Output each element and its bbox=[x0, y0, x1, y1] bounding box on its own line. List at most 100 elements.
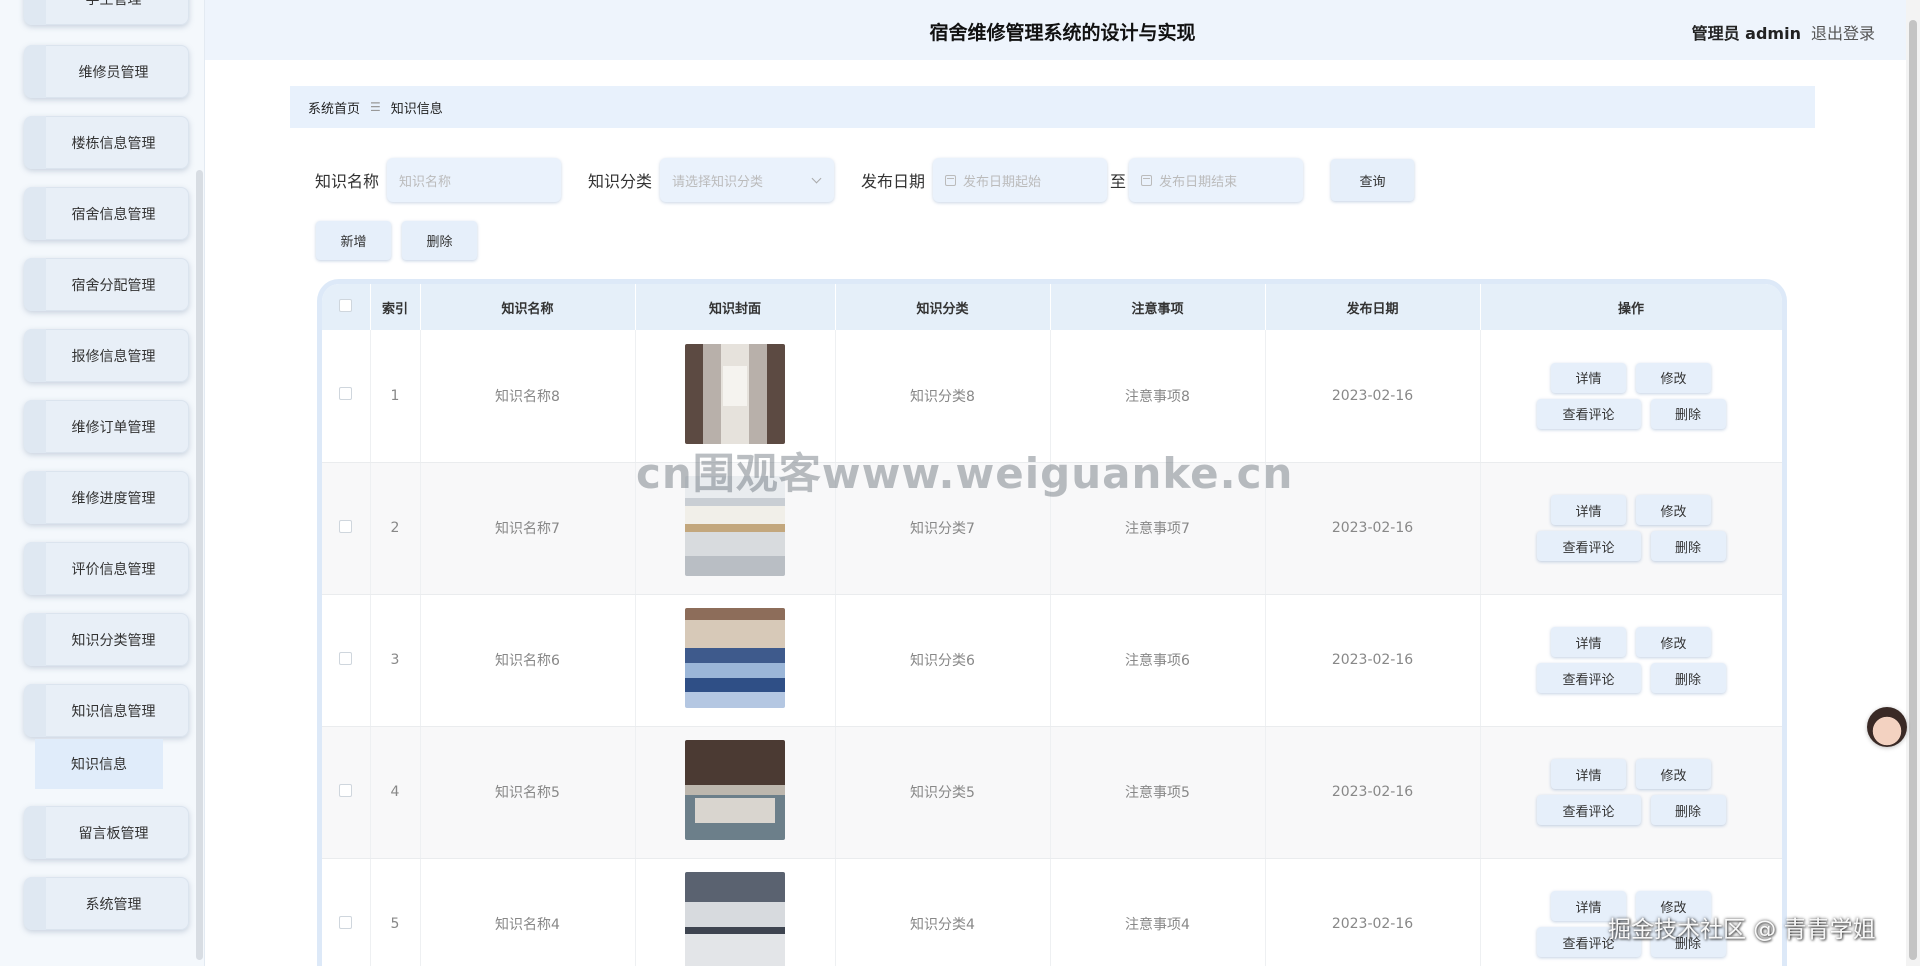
sidebar-item-reviews[interactable]: 评价信息管理 bbox=[24, 542, 189, 595]
cell-category: 知识分类4 bbox=[835, 858, 1051, 966]
cell-notes: 注意事项4 bbox=[1050, 858, 1266, 966]
category-select[interactable]: 请选择知识分类 bbox=[660, 158, 835, 202]
sidebar-item-students[interactable]: 学生管理 bbox=[24, 0, 189, 25]
user-area: 管理员 admin 退出登录 bbox=[1692, 20, 1875, 44]
page-scrollbar[interactable] bbox=[1906, 0, 1920, 966]
cover-image[interactable] bbox=[685, 608, 785, 708]
name-placeholder: 知识名称 bbox=[399, 174, 452, 190]
cover-image[interactable] bbox=[685, 872, 785, 966]
sidebar-item-repair-progress[interactable]: 维修进度管理 bbox=[24, 471, 189, 524]
cell-name: 知识名称8 bbox=[420, 330, 636, 463]
category-label: 知识分类 bbox=[588, 172, 653, 191]
cell-category: 知识分类5 bbox=[835, 726, 1051, 859]
column-header: 知识分类 bbox=[835, 284, 1051, 330]
sidebar-item-label: 系统管理 bbox=[85, 896, 142, 913]
cover-image[interactable] bbox=[685, 476, 785, 576]
chevron-down-icon bbox=[811, 173, 822, 184]
cell-date: 2023-02-16 bbox=[1265, 330, 1481, 463]
name-label: 知识名称 bbox=[315, 172, 380, 191]
detail-button[interactable]: 详情 bbox=[1551, 759, 1626, 789]
user-role: 管理员 admin bbox=[1691, 24, 1801, 43]
cell-date: 2023-02-16 bbox=[1265, 858, 1481, 966]
detail-button[interactable]: 详情 bbox=[1551, 891, 1626, 921]
cell-name: 知识名称5 bbox=[420, 726, 636, 859]
sidebar-item-system[interactable]: 系统管理 bbox=[24, 877, 189, 930]
edit-button[interactable]: 修改 bbox=[1636, 362, 1711, 393]
sidebar-item-label: 学生管理 bbox=[72, 0, 142, 9]
sidebar-item-label: 报修信息管理 bbox=[71, 348, 156, 365]
edit-button[interactable]: 修改 bbox=[1636, 627, 1711, 657]
header-select-all[interactable] bbox=[322, 284, 371, 330]
batch-delete-button[interactable]: 删除 bbox=[402, 221, 477, 260]
name-search-input[interactable]: 知识名称 bbox=[387, 158, 562, 202]
sidebar-item-dorm-assignment[interactable]: 宿舍分配管理 bbox=[24, 258, 189, 311]
sidebar-item-repair-requests[interactable]: 报修信息管理 bbox=[24, 329, 189, 382]
date-label: 发布日期 bbox=[861, 172, 926, 191]
edit-button[interactable]: 修改 bbox=[1636, 891, 1711, 921]
logout-link[interactable]: 退出登录 bbox=[1811, 20, 1875, 44]
delete-button[interactable]: 删除 bbox=[1650, 795, 1726, 825]
date-start-input[interactable]: 发布日期起始 bbox=[933, 158, 1108, 202]
delete-button[interactable]: 删除 bbox=[1650, 531, 1726, 561]
cover-image[interactable] bbox=[685, 343, 785, 444]
breadcrumb-separator-icon: ☰ bbox=[370, 100, 381, 114]
row-checkbox[interactable] bbox=[339, 519, 353, 533]
top-header: 宿舍维修管理系统的设计与实现 管理员 admin 退出登录 bbox=[205, 0, 1920, 60]
table-row: 1 知识名称8 知识分类8 注意事项8 2023-02-16 详情 修改 查看评… bbox=[322, 330, 1782, 463]
sidebar-item-repairmen[interactable]: 维修员管理 bbox=[24, 45, 189, 98]
sidebar-item-buildings[interactable]: 楼栋信息管理 bbox=[24, 116, 189, 169]
query-button[interactable]: 查询 bbox=[1331, 159, 1415, 201]
table-row: 2 知识名称7 知识分类7 注意事项7 2023-02-16 详情 修改 查看评… bbox=[322, 462, 1782, 595]
edit-button[interactable]: 修改 bbox=[1636, 759, 1711, 789]
sidebar-item-knowledge[interactable]: 知识信息管理 bbox=[24, 684, 189, 737]
view-comments-button[interactable]: 查看评论 bbox=[1536, 663, 1641, 693]
row-checkbox[interactable] bbox=[339, 783, 353, 797]
edit-button[interactable]: 修改 bbox=[1636, 495, 1711, 525]
category-placeholder: 请选择知识分类 bbox=[672, 174, 764, 190]
breadcrumb-home[interactable]: 系统首页 bbox=[308, 98, 360, 117]
breadcrumb: 系统首页 ☰ 知识信息 bbox=[290, 86, 1815, 128]
sidebar-item-knowledge-categories[interactable]: 知识分类管理 bbox=[24, 613, 189, 666]
cell-name: 知识名称6 bbox=[420, 594, 636, 727]
sidebar-item-label: 知识分类管理 bbox=[71, 632, 156, 649]
sidebar-item-message-board[interactable]: 留言板管理 bbox=[24, 806, 189, 859]
column-header: 知识名称 bbox=[420, 284, 636, 330]
delete-button[interactable]: 删除 bbox=[1650, 927, 1726, 957]
select-all-checkbox[interactable] bbox=[339, 298, 353, 312]
delete-button[interactable]: 删除 bbox=[1650, 398, 1726, 429]
table-row: 5 知识名称4 知识分类4 注意事项4 2023-02-16 详情 修改 查看评… bbox=[322, 858, 1782, 966]
view-comments-button[interactable]: 查看评论 bbox=[1536, 795, 1641, 825]
table-row: 3 知识名称6 知识分类6 注意事项6 2023-02-16 详情 修改 查看评… bbox=[322, 594, 1782, 727]
cell-index: 1 bbox=[370, 330, 421, 463]
sidebar-subitem-knowledge-info[interactable]: 知识信息 bbox=[35, 739, 163, 789]
row-checkbox[interactable] bbox=[339, 651, 353, 665]
cell-index: 3 bbox=[370, 594, 421, 727]
assistant-avatar-icon[interactable] bbox=[1867, 707, 1907, 747]
add-button[interactable]: 新增 bbox=[316, 221, 391, 260]
detail-button[interactable]: 详情 bbox=[1551, 627, 1626, 657]
sidebar-item-repair-orders[interactable]: 维修订单管理 bbox=[24, 400, 189, 453]
cell-date: 2023-02-16 bbox=[1265, 462, 1481, 595]
cell-notes: 注意事项8 bbox=[1050, 330, 1266, 463]
calendar-icon bbox=[945, 174, 957, 186]
app-title: 宿舍维修管理系统的设计与实现 bbox=[929, 22, 1196, 44]
view-comments-button[interactable]: 查看评论 bbox=[1536, 927, 1641, 957]
page-scrollbar-thumb[interactable] bbox=[1909, 20, 1917, 960]
sidebar-item-dorms[interactable]: 宿舍信息管理 bbox=[24, 187, 189, 240]
table-header-row: 索引 知识名称 知识封面 知识分类 注意事项 发布日期 操作 bbox=[322, 284, 1782, 330]
row-checkbox[interactable] bbox=[339, 387, 353, 401]
detail-button[interactable]: 详情 bbox=[1551, 362, 1626, 393]
cell-date: 2023-02-16 bbox=[1265, 594, 1481, 727]
view-comments-button[interactable]: 查看评论 bbox=[1536, 398, 1641, 429]
sidebar-scrollbar[interactable] bbox=[196, 170, 203, 960]
column-header: 操作 bbox=[1480, 284, 1782, 330]
row-checkbox[interactable] bbox=[339, 915, 353, 929]
cover-image[interactable] bbox=[685, 740, 785, 840]
cell-name: 知识名称7 bbox=[420, 462, 636, 595]
delete-button[interactable]: 删除 bbox=[1650, 663, 1726, 693]
detail-button[interactable]: 详情 bbox=[1551, 495, 1626, 525]
view-comments-button[interactable]: 查看评论 bbox=[1536, 531, 1641, 561]
cell-notes: 注意事项5 bbox=[1050, 726, 1266, 859]
date-end-input[interactable]: 发布日期结束 bbox=[1129, 158, 1304, 202]
cell-notes: 注意事项7 bbox=[1050, 462, 1266, 595]
